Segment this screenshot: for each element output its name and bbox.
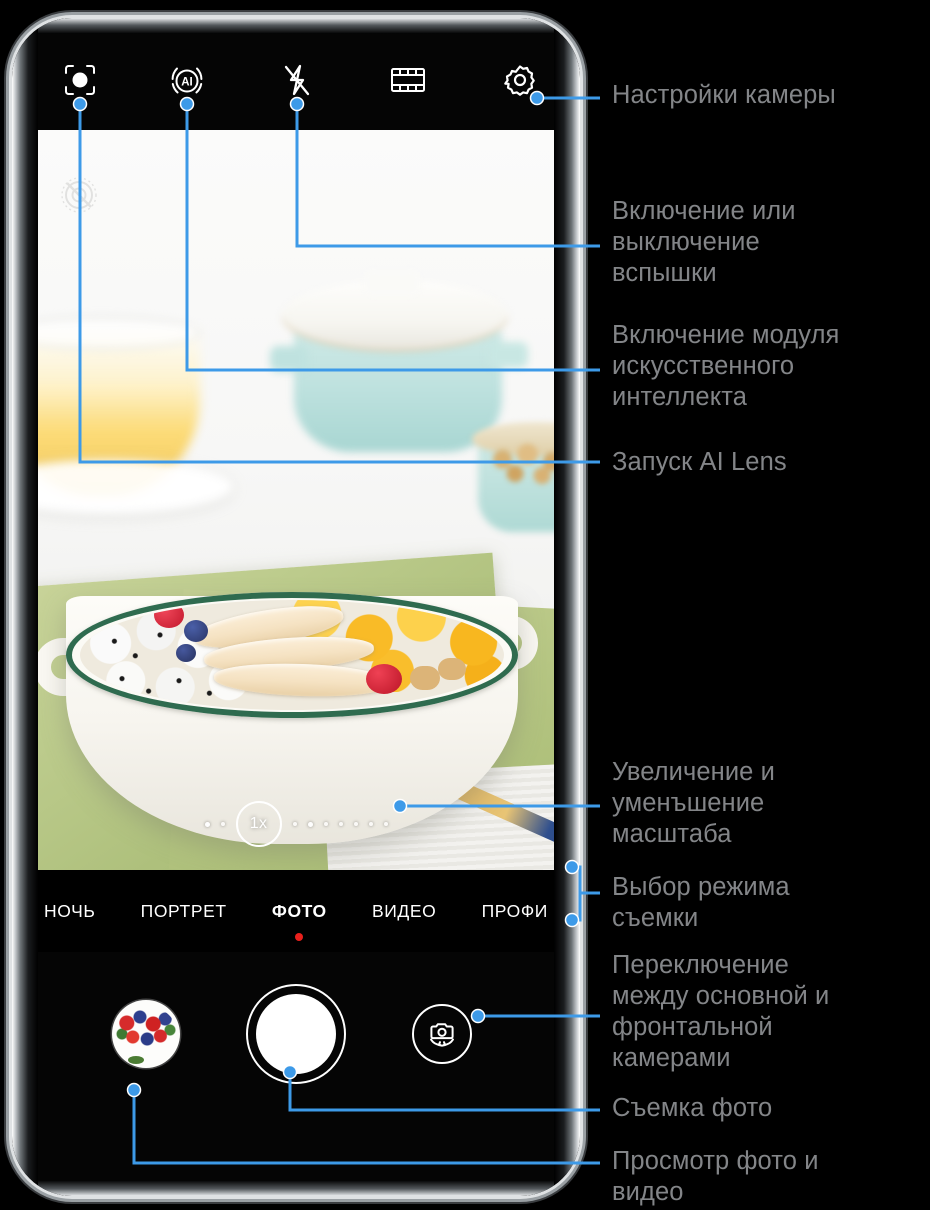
zoom-level-button[interactable]: 1x: [235, 801, 282, 847]
zoom-dot: [323, 822, 328, 826]
film-strip-icon[interactable]: [386, 58, 430, 102]
mode-pro[interactable]: ПРОФИ: [480, 895, 550, 928]
gear-icon[interactable]: [498, 58, 542, 102]
shutter-button[interactable]: [246, 984, 346, 1084]
flip-camera-icon[interactable]: [412, 1004, 472, 1064]
ai-lens-icon[interactable]: [58, 58, 102, 102]
callout-label-zoom: Увеличение и уменъшение масштаба: [612, 758, 775, 849]
callout-label-settings: Настройки камеры: [612, 81, 836, 109]
callout-label-flash: Включение или выключение вспышки: [612, 197, 796, 288]
camera-viewfinder[interactable]: 1x: [26, 130, 566, 870]
mode-portrait[interactable]: ПОРТРЕТ: [139, 895, 229, 928]
zoom-dot: [383, 822, 388, 826]
zoom-dot: [204, 821, 210, 827]
camera-top-toolbar: AI: [12, 18, 580, 130]
camera-bottom-bar: [12, 952, 580, 1152]
ai-master-icon[interactable]: AI: [165, 58, 209, 102]
screenshot-root: 1x AI НОЧЬ ПОРТРЕТ ФОТО ВИДЕО ПРОФИ Наст…: [0, 0, 930, 1210]
mode-active-indicator: [295, 932, 304, 941]
zoom-dot: [307, 821, 313, 827]
ai-off-watermark-icon: [60, 176, 98, 214]
mode-photo-label: ФОТО: [271, 900, 327, 921]
callout-label-ai-lens: Запуск AI Lens: [612, 448, 787, 476]
zoom-dot: [368, 822, 373, 826]
shutter-inner-circle: [256, 994, 336, 1074]
zoom-dot: [220, 822, 225, 826]
callout-label-ai: Включение модуля искусственного интеллек…: [612, 321, 840, 412]
flash-off-icon[interactable]: [275, 58, 319, 102]
mode-night[interactable]: НОЧЬ: [42, 895, 97, 928]
zoom-dot: [338, 822, 343, 826]
gallery-thumbnail[interactable]: [112, 1000, 180, 1068]
phone-device-frame: 1x AI НОЧЬ ПОРТРЕТ ФОТО ВИДЕО ПРОФИ: [12, 18, 580, 1196]
svg-text:AI: AI: [181, 77, 193, 89]
camera-mode-selector[interactable]: НОЧЬ ПОРТРЕТ ФОТО ВИДЕО ПРОФИ: [26, 870, 566, 952]
mode-photo[interactable]: ФОТО: [270, 895, 329, 941]
callout-label-flip: Переключение между основной и фронтально…: [612, 951, 830, 1073]
zoom-control[interactable]: 1x: [26, 800, 566, 848]
viewfinder-preview-image: [26, 130, 566, 870]
mode-video[interactable]: ВИДЕО: [370, 895, 438, 928]
callout-label-thumbnail: Просмотр фото и видео: [612, 1147, 819, 1207]
callout-label-shutter: Съемка фото: [612, 1094, 773, 1122]
callout-label-mode: Выбор режима съемки: [612, 873, 790, 933]
zoom-dot: [292, 822, 297, 826]
zoom-dot: [353, 822, 358, 826]
